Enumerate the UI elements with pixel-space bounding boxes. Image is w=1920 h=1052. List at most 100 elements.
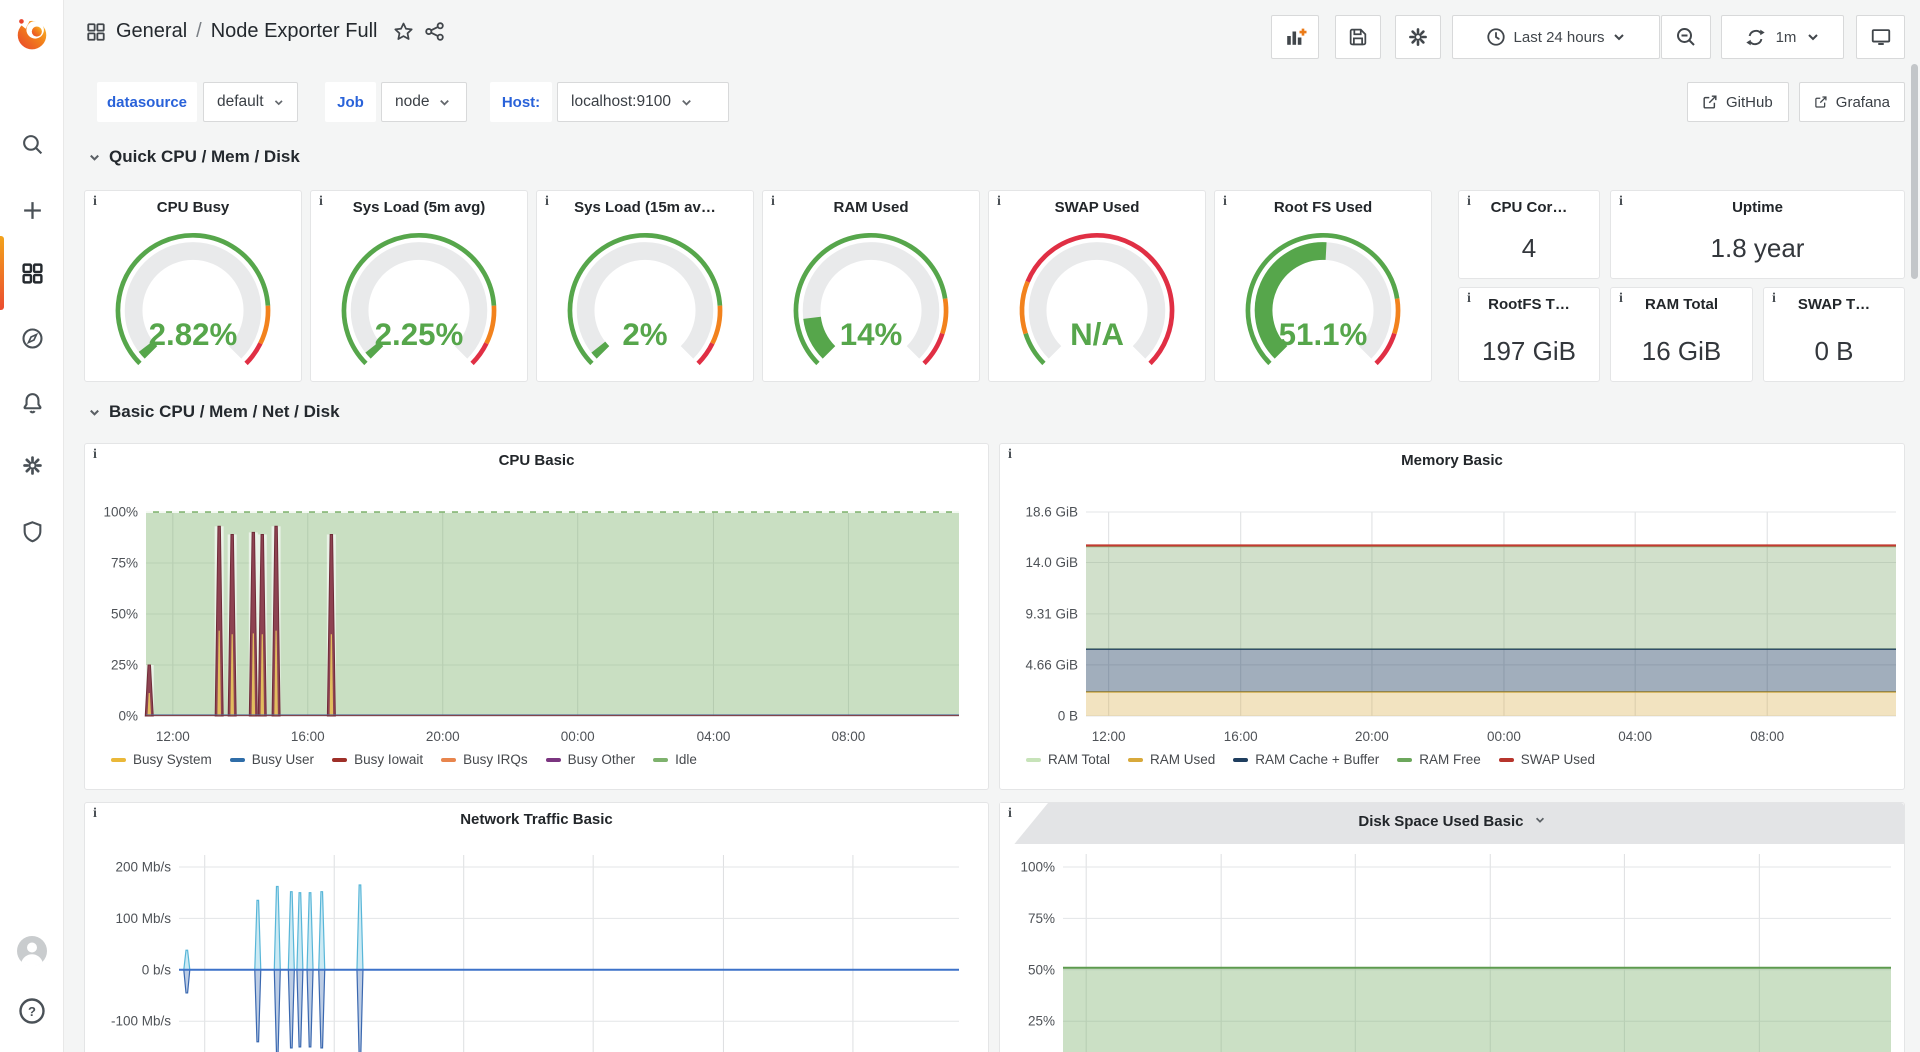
kiosk-mode-button[interactable]	[1856, 15, 1905, 59]
panel-network-traffic-basic: i Network Traffic Basic 200 Mb/s100 Mb/s…	[84, 802, 989, 1052]
legend-swatch	[441, 758, 456, 762]
legend-item[interactable]: Busy IRQs	[441, 752, 528, 767]
cpu-basic-chart[interactable]: 0%25%50%75%100%12:0016:0020:0000:0004:00…	[85, 444, 988, 789]
svg-text:08:00: 08:00	[832, 729, 866, 744]
panel-info-icon[interactable]: i	[1772, 291, 1776, 308]
external-link-icon	[1702, 94, 1718, 110]
panel-title-ram-total[interactable]: RAM Total	[1637, 296, 1726, 313]
time-range-picker[interactable]: Last 24 hours	[1452, 15, 1660, 59]
svg-text:2.82%: 2.82%	[149, 317, 238, 352]
legend-item[interactable]: SWAP Used	[1499, 752, 1595, 767]
legend-item[interactable]: RAM Used	[1128, 752, 1215, 767]
legend-swatch	[1499, 758, 1514, 762]
panel-title-cpu-cores[interactable]: CPU Cor…	[1485, 199, 1573, 216]
add-panel-button[interactable]	[1271, 15, 1319, 59]
legend-label: RAM Used	[1150, 752, 1215, 767]
sidebar-item-search[interactable]	[0, 121, 64, 167]
svg-text:75%: 75%	[1028, 911, 1055, 926]
chevron-down-icon	[438, 96, 451, 109]
network-traffic-basic-chart[interactable]: 200 Mb/s100 Mb/s0 b/s-100 Mb/s	[85, 803, 988, 1052]
panel-stat-uptime: iUptime1.8 year	[1610, 190, 1905, 279]
sidebar-item-bell[interactable]	[0, 379, 64, 425]
sidebar-item-compass[interactable]	[0, 315, 64, 361]
legend-item[interactable]: RAM Total	[1026, 752, 1110, 767]
sidebar-item-gear[interactable]	[0, 442, 64, 488]
panel-info-icon[interactable]: i	[1467, 291, 1471, 308]
breadcrumb-section[interactable]: General	[116, 20, 187, 43]
panel-info-icon[interactable]: i	[1223, 194, 1227, 211]
svg-text:100%: 100%	[103, 505, 138, 520]
chevron-down-icon	[273, 96, 284, 109]
user-avatar[interactable]	[0, 928, 64, 974]
svg-text:12:00: 12:00	[1092, 729, 1126, 744]
svg-text:0%: 0%	[118, 709, 138, 724]
panel-title-uptime[interactable]: Uptime	[1637, 199, 1878, 216]
favorite-star-icon[interactable]	[393, 21, 414, 42]
legend-item[interactable]: Busy System	[111, 752, 212, 767]
section-title: Basic CPU / Mem / Net / Disk	[109, 402, 340, 422]
panel-info-icon[interactable]: i	[1619, 194, 1623, 211]
breadcrumb-title[interactable]: Node Exporter Full	[211, 20, 378, 43]
zoom-out-button[interactable]	[1661, 15, 1711, 59]
scrollbar-thumb[interactable]	[1911, 64, 1918, 279]
panel-gauge-root-fs-used: i Root FS Used 51.1%	[1214, 190, 1432, 382]
refresh-interval-picker[interactable]: 1m	[1721, 15, 1844, 59]
variable-current-job: node	[395, 93, 429, 111]
panel-title-cpu-busy[interactable]: CPU Busy	[111, 199, 275, 216]
dashboards-icon	[21, 262, 44, 285]
legend-item[interactable]: Busy User	[230, 752, 314, 767]
sys-load-15m-gauge: 2%	[551, 227, 739, 375]
legend-item[interactable]: RAM Cache + Buffer	[1233, 752, 1379, 767]
memory-basic-chart[interactable]: 0 B4.66 GiB9.31 GiB14.0 GiB18.6 GiB12:00…	[1000, 444, 1904, 789]
panel-info-icon[interactable]: i	[1467, 194, 1471, 211]
panel-title-root-fs-used[interactable]: Root FS Used	[1241, 199, 1405, 216]
svg-text:20:00: 20:00	[1355, 729, 1389, 744]
panel-stat-swap-total: iSWAP T…0 B	[1763, 287, 1905, 382]
variable-current-datasource: default	[217, 93, 264, 111]
panel-stat-cpu-cores: iCPU Cor…4	[1458, 190, 1600, 279]
github-link-button[interactable]: GitHub	[1687, 82, 1789, 122]
panel-title-rootfs-total[interactable]: RootFS T…	[1485, 296, 1573, 313]
row-basic-cpu-mem-net-disk[interactable]: Basic CPU / Mem / Net / Disk	[88, 402, 340, 422]
dashboard-settings-button[interactable]	[1395, 15, 1441, 59]
disk-space-used-basic-chart[interactable]: 100%75%50%25%	[1000, 844, 1904, 1052]
save-dashboard-button[interactable]	[1335, 15, 1381, 59]
share-icon[interactable]	[424, 21, 445, 42]
panel-title-ram-used[interactable]: RAM Used	[789, 199, 953, 216]
legend-label: Idle	[675, 752, 697, 767]
variable-value-job[interactable]: node	[381, 82, 467, 122]
panel-info-icon[interactable]: i	[771, 194, 775, 211]
grafana-logo[interactable]	[0, 10, 64, 56]
sidebar-item-plus[interactable]	[0, 187, 64, 233]
legend-label: Busy System	[133, 752, 212, 767]
panel-info-icon[interactable]: i	[545, 194, 549, 211]
legend-item[interactable]: RAM Free	[1397, 752, 1481, 767]
sidebar-item-dashboards[interactable]	[0, 250, 64, 296]
panel-info-icon[interactable]: i	[997, 194, 1001, 211]
panel-info-icon[interactable]: i	[1619, 291, 1623, 308]
legend-item[interactable]: Busy Iowait	[332, 752, 423, 767]
variable-value-host[interactable]: localhost:9100	[557, 82, 729, 122]
legend-item[interactable]: Busy Other	[546, 752, 636, 767]
panel-title-sys-load-15m[interactable]: Sys Load (15m av…	[563, 199, 727, 216]
svg-text:100 Mb/s: 100 Mb/s	[115, 911, 171, 926]
panel-info-icon[interactable]: i	[93, 194, 97, 211]
svg-text:4.66 GiB: 4.66 GiB	[1025, 657, 1078, 672]
panel-title-swap-total[interactable]: SWAP T…	[1790, 296, 1878, 313]
stat-value-rootfs-total: 197 GiB	[1459, 336, 1599, 367]
panel-info-icon[interactable]: i	[319, 194, 323, 211]
grafana-link-button[interactable]: Grafana	[1799, 82, 1905, 122]
row-quick-cpu-mem-disk[interactable]: Quick CPU / Mem / Disk	[88, 147, 300, 167]
legend-item[interactable]: Idle	[653, 752, 697, 767]
svg-text:51.1%: 51.1%	[1279, 317, 1368, 352]
variable-value-datasource[interactable]: default	[203, 82, 298, 122]
panel-title-sys-load-5m[interactable]: Sys Load (5m avg)	[337, 199, 501, 216]
sidebar-item-shield[interactable]	[0, 508, 64, 554]
help-button[interactable]: ?	[0, 988, 64, 1034]
svg-text:2%: 2%	[622, 317, 667, 352]
sidebar: ?	[0, 0, 64, 1052]
panel-gauge-swap-used: iSWAP UsedN/A	[988, 190, 1206, 382]
dashboard-grid-icon[interactable]	[86, 22, 106, 42]
panel-title-disk-space-used-basic[interactable]: Disk Space Used Basic	[1000, 813, 1904, 830]
panel-title-swap-used[interactable]: SWAP Used	[1015, 199, 1179, 216]
